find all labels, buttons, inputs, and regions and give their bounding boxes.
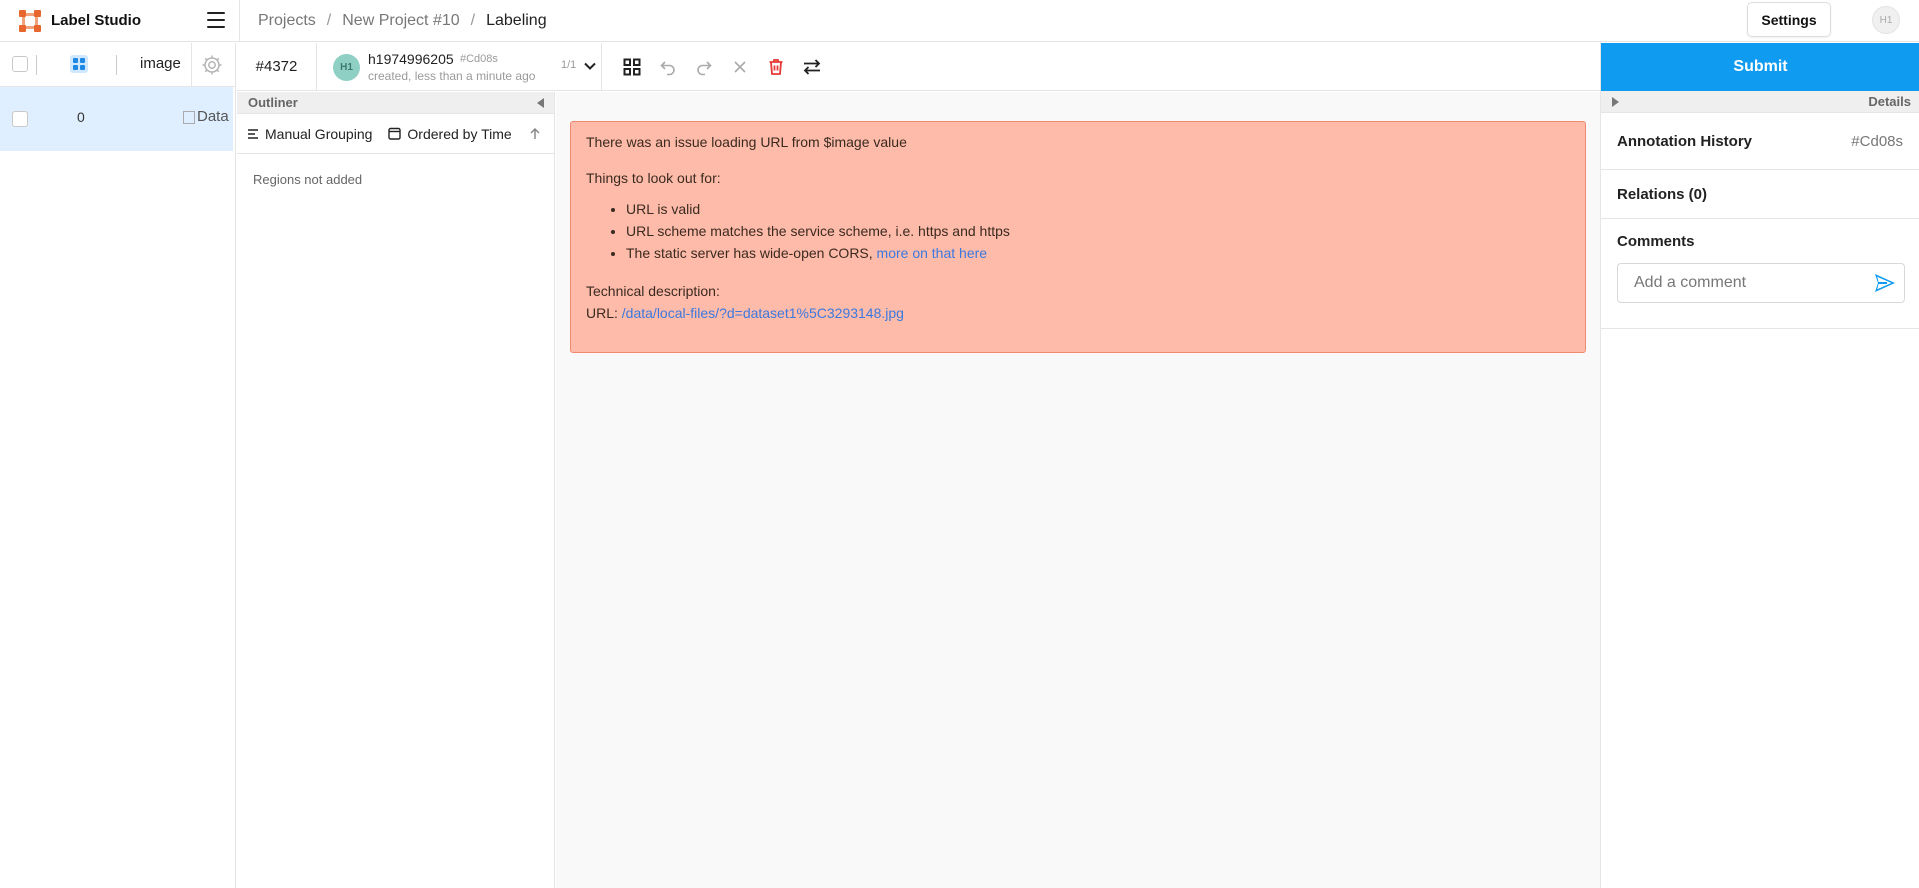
comment-box	[1617, 263, 1905, 303]
grid-view-button[interactable]	[614, 51, 650, 83]
sort-arrow-up-icon[interactable]	[528, 127, 542, 141]
breadcrumb-projects[interactable]: Projects	[258, 12, 316, 30]
label-studio-logo-icon	[19, 9, 41, 32]
comments-section: Comments	[1601, 219, 1919, 329]
annotation-history-section[interactable]: Annotation History #Cd08s	[1601, 113, 1919, 170]
error-lookout: Things to look out for:	[586, 170, 721, 186]
annotator-name: h1974996205	[368, 50, 454, 67]
task-id-cell: 0	[77, 109, 85, 125]
labeling-area: There was an issue loading URL from $ima…	[556, 92, 1600, 888]
swap-arrows-icon	[803, 58, 821, 75]
reset-button[interactable]	[722, 51, 758, 83]
user-avatar[interactable]: H1	[1872, 6, 1900, 34]
ordering-selector[interactable]: Ordered by Time	[388, 125, 512, 142]
comment-input[interactable]	[1634, 274, 1864, 292]
divider	[36, 55, 37, 75]
tech-title: Technical description:	[586, 283, 720, 299]
annotation-created: created, less than a minute ago	[368, 68, 536, 83]
cors-item-text: The static server has wide-open CORS,	[626, 245, 877, 261]
breadcrumb-project[interactable]: New Project #10	[342, 12, 459, 30]
brand: Label Studio	[0, 0, 240, 42]
outliner-header: Outliner	[237, 92, 554, 114]
technical-description: Technical description: URL: /data/local-…	[586, 280, 1570, 324]
collapse-left-icon[interactable]	[537, 97, 544, 108]
relations-section[interactable]: Relations (0)	[1601, 170, 1919, 219]
error-title: There was an issue loading URL from $ima…	[586, 134, 907, 150]
breadcrumb-current: Labeling	[486, 11, 547, 29]
error-checklist: URL is valid URL scheme matches the serv…	[626, 200, 1570, 262]
right-panel: Submit Details Annotation History #Cd08s…	[1600, 43, 1919, 888]
details-title: Details	[1868, 94, 1911, 109]
url-link[interactable]: /data/local-files/?d=dataset1%5C3293148.…	[622, 305, 904, 321]
annotation-count: 1/1	[561, 58, 577, 71]
redo-icon	[697, 60, 712, 75]
undo-button[interactable]	[650, 51, 686, 83]
calendar-icon	[388, 127, 402, 140]
comments-title: Comments	[1617, 233, 1695, 250]
table-row[interactable]: 0 Data	[0, 87, 233, 151]
row-checkbox[interactable]	[12, 111, 28, 127]
select-all-checkbox[interactable]	[12, 56, 28, 72]
column-header-image[interactable]: image	[140, 55, 181, 72]
expand-right-icon[interactable]	[1612, 96, 1619, 107]
image-alt-text: Data	[197, 108, 229, 125]
annotation-hash: #Cd08s	[460, 52, 498, 65]
annotation-history-title: Annotation History	[1617, 132, 1752, 150]
annotation-selector[interactable]: H1 h1974996205 #Cd08s created, less than…	[317, 42, 602, 91]
url-label: URL:	[586, 305, 622, 321]
error-message: There was an issue loading URL from $ima…	[570, 121, 1586, 353]
breadcrumb: Projects / New Project #10 / Labeling	[240, 12, 547, 30]
redo-button[interactable]	[686, 51, 722, 83]
list-item: The static server has wide-open CORS, mo…	[626, 244, 1570, 262]
send-icon[interactable]	[1874, 273, 1896, 293]
details-header: Details	[1601, 91, 1919, 113]
tech-url-line: URL: /data/local-files/?d=dataset1%5C329…	[586, 302, 1570, 324]
annotation-history-id: #Cd08s	[1851, 132, 1903, 150]
gear-icon[interactable]	[200, 53, 224, 77]
list-icon	[248, 128, 258, 139]
image-cell: Data	[183, 108, 233, 125]
annotator-avatar: H1	[333, 53, 360, 81]
outliner-title: Outliner	[248, 95, 298, 110]
grouping-label: Manual Grouping	[265, 125, 373, 142]
list-item: URL is valid	[626, 200, 1570, 218]
top-bar: Label Studio Projects / New Project #10 …	[0, 0, 1919, 42]
task-list-header: image	[0, 43, 235, 87]
delete-button[interactable]	[758, 51, 794, 83]
outliner-controls: Manual Grouping Ordered by Time	[237, 114, 554, 154]
list-item: URL scheme matches the service scheme, i…	[626, 222, 1570, 240]
breadcrumb-separator: /	[470, 11, 476, 29]
settings-button[interactable]: Settings	[1747, 2, 1831, 37]
close-icon	[734, 60, 746, 73]
trash-icon	[769, 58, 783, 75]
submit-button[interactable]: Submit	[1601, 43, 1919, 91]
swap-button[interactable]	[794, 51, 830, 83]
annotation-toolbar: #4372 H1 h1974996205 #Cd08s created, les…	[237, 42, 1600, 91]
cors-link[interactable]: more on that here	[877, 245, 988, 261]
task-list: image 0 Data	[0, 43, 236, 888]
divider	[191, 43, 192, 87]
breadcrumb-separator: /	[326, 11, 332, 29]
chevron-down-icon[interactable]	[580, 56, 600, 76]
regions-empty-text: Regions not added	[253, 172, 363, 187]
grid-view-icon[interactable]	[70, 55, 88, 73]
grouping-selector[interactable]: Manual Grouping	[247, 126, 372, 142]
ordering-label: Ordered by Time	[407, 125, 512, 142]
undo-icon	[660, 60, 675, 75]
task-id: #4372	[237, 42, 317, 91]
divider	[116, 55, 117, 75]
grid-view-icon	[623, 58, 641, 75]
broken-image-icon	[183, 110, 195, 124]
relations-title: Relations (0)	[1617, 185, 1708, 203]
tool-buttons	[602, 43, 830, 91]
menu-icon[interactable]	[207, 11, 225, 28]
outliner-panel: Outliner Manual Grouping Ordered by Time…	[237, 92, 555, 888]
app-name: Label Studio	[51, 12, 141, 29]
